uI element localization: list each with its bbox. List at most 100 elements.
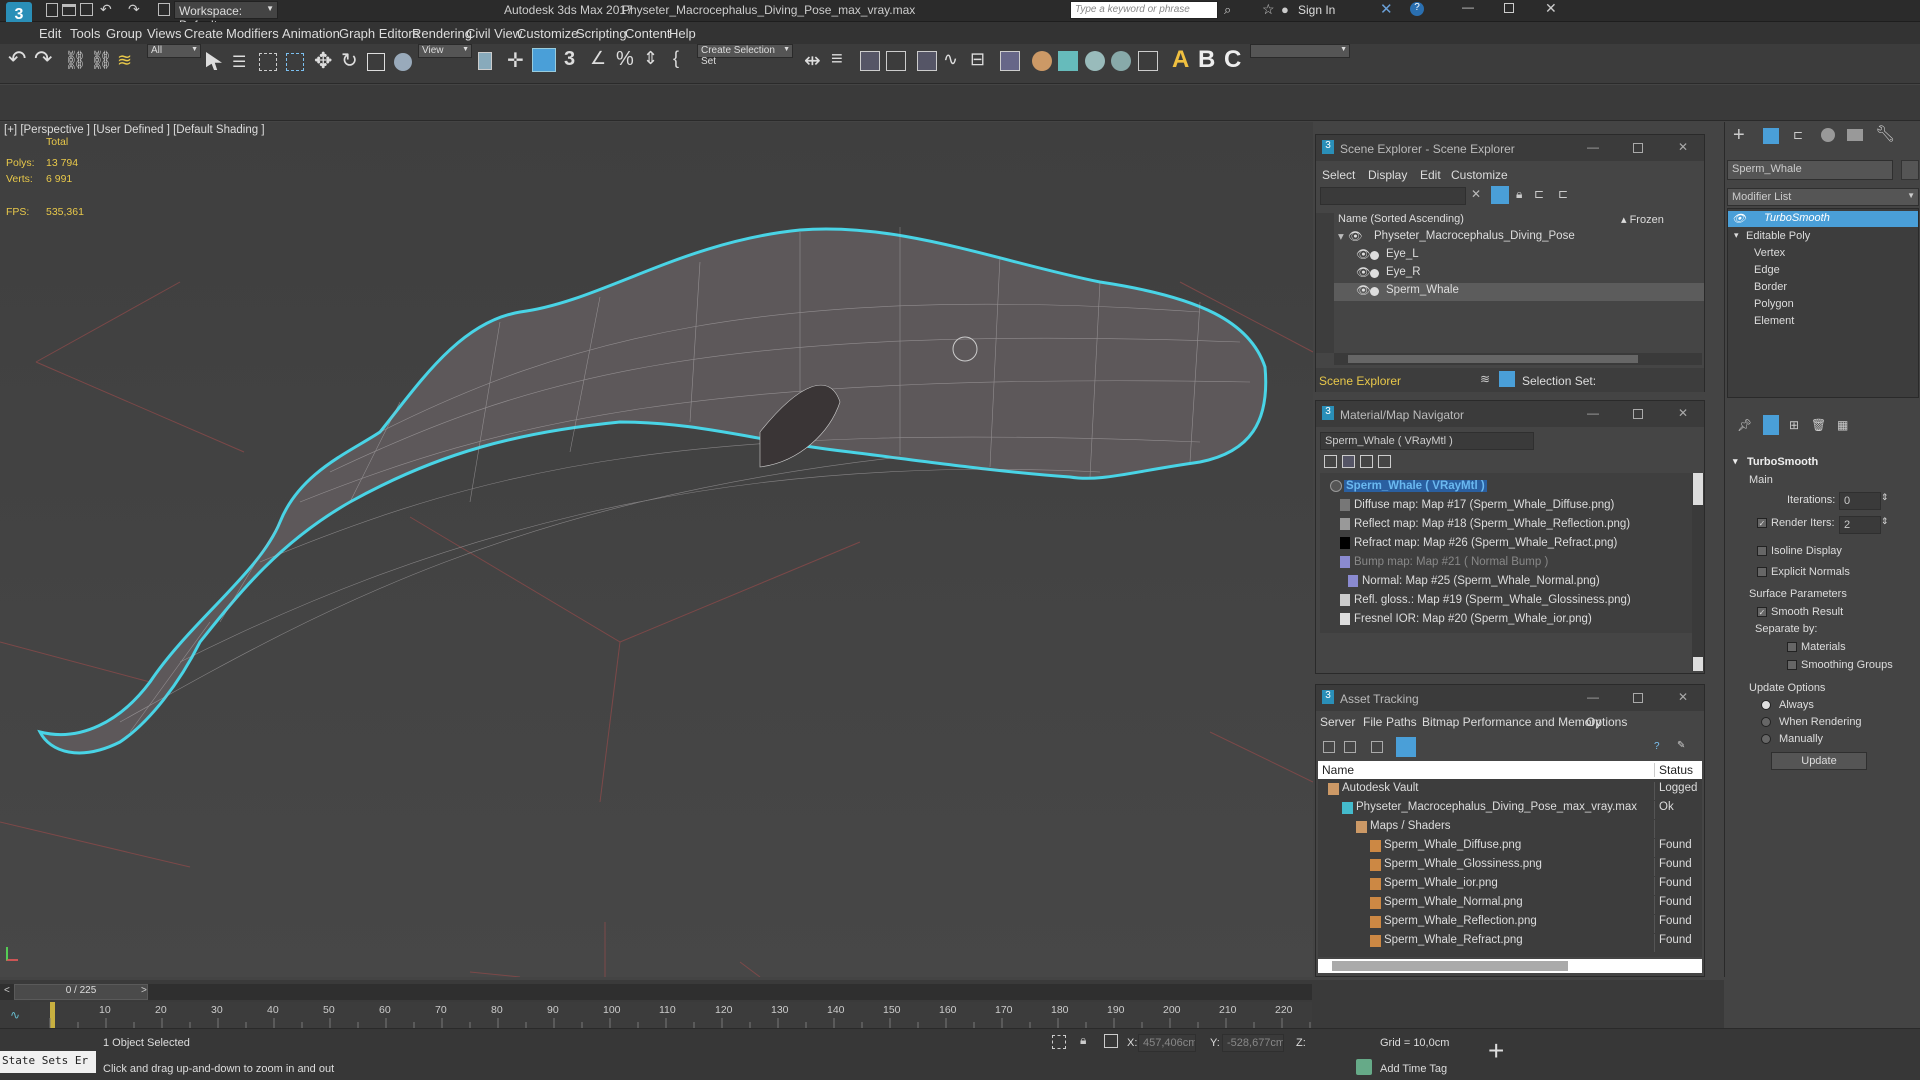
isolate-selection-icon[interactable] <box>1052 1035 1066 1049</box>
menu-scripting[interactable]: Scripting <box>576 26 627 41</box>
hierarchy-tab-icon[interactable]: ⊏ <box>1793 128 1803 142</box>
menu-rendering[interactable]: Rendering <box>412 26 472 41</box>
filter-icon[interactable] <box>1491 186 1509 204</box>
vray-b-icon[interactable]: B <box>1198 46 1215 74</box>
rendered-frame-icon[interactable] <box>1058 51 1078 71</box>
turbosmooth-rollout-header[interactable]: ▾ TurboSmooth <box>1727 456 1919 472</box>
scale-icon[interactable] <box>367 53 385 71</box>
menu-content[interactable]: Content <box>625 26 671 41</box>
asset-help-icon[interactable]: ? <box>1654 741 1660 752</box>
asset-table-row[interactable]: Sperm_Whale_Refract.png Found <box>1318 933 1702 952</box>
curve-editor-icon[interactable]: ∿ <box>943 49 958 70</box>
pin-stack-icon[interactable]: 📌︎ <box>1737 418 1752 432</box>
asset-col-status[interactable]: Status <box>1654 763 1693 777</box>
state-sets-field[interactable]: State Sets Er <box>0 1051 96 1073</box>
scene-explorer-close-icon[interactable]: ✕ <box>1678 140 1688 154</box>
selection-set-icon[interactable] <box>1499 371 1515 387</box>
rotate-icon[interactable]: ↻ <box>341 48 358 73</box>
iterations-spinner[interactable]: 0 <box>1839 492 1881 510</box>
asset-table-row[interactable]: Physeter_Macrocephalus_Diving_Pose_max_v… <box>1318 800 1702 819</box>
list-icons-view-icon[interactable] <box>1342 455 1355 468</box>
object-color-swatch[interactable] <box>1901 160 1919 180</box>
select-by-name-icon[interactable]: ☰ <box>232 52 246 72</box>
isoline-checkbox[interactable] <box>1757 546 1767 556</box>
binoculars-icon[interactable]: ⌕ <box>1224 2 1231 18</box>
material-tree-root[interactable]: Sperm_Whale ( VRayMtl ) <box>1324 479 1704 497</box>
asset-table-row[interactable]: Sperm_Whale_Glossiness.png Found <box>1318 857 1702 876</box>
material-navigator-header[interactable]: Material/Map Navigator <box>1316 401 1704 427</box>
angle-snap-icon[interactable]: ∠ <box>590 48 606 69</box>
whale-model[interactable] <box>37 227 1268 755</box>
restore-icon[interactable] <box>1504 3 1514 13</box>
asset-hscroll[interactable] <box>1318 959 1702 973</box>
asset-view-icon[interactable] <box>1323 741 1335 753</box>
hierarchy-expand-icon[interactable]: ⊏ <box>1558 187 1568 201</box>
workspace-dropdown[interactable]: Workspace: Default▼ <box>174 1 278 32</box>
menu-edit[interactable]: Edit <box>39 26 61 41</box>
mirror-icon[interactable]: ⇹ <box>804 48 821 73</box>
asset-view-active-icon[interactable] <box>1396 737 1416 757</box>
list-view-icon[interactable] <box>1324 455 1337 468</box>
scene-tree-header-frozen[interactable]: ▴ Frozen <box>1621 213 1664 226</box>
move-icon[interactable]: ✥ <box>314 48 332 74</box>
asset-pin-icon[interactable]: ✎ <box>1677 740 1685 751</box>
smooth-result-checkbox[interactable]: ✓ <box>1757 607 1767 617</box>
material-tree-map[interactable]: Fresnel IOR: Map #20 (Sperm_Whale_ior.pn… <box>1324 612 1704 630</box>
align-icon[interactable]: ≡ <box>831 48 843 71</box>
iterations-spinner-arrows-icon[interactable]: ⇕ <box>1881 492 1889 503</box>
toggle-ribbon-icon[interactable] <box>917 51 937 71</box>
material-tree-map[interactable]: Reflect map: Map #18 (Sperm_Whale_Reflec… <box>1324 517 1704 535</box>
time-slider[interactable]: < 0 / 225 > <box>0 984 1312 1000</box>
scene-explorer-search[interactable] <box>1320 187 1466 205</box>
menu-civil-view[interactable]: Civil View <box>466 26 522 41</box>
y-coordinate-field[interactable]: -528,677cm <box>1222 1034 1284 1052</box>
scene-tree-row[interactable]: 👁︎ Eye_L <box>1334 247 1704 265</box>
edit-named-sets-icon[interactable]: { <box>673 48 679 69</box>
asset-menu-bitmap[interactable]: Bitmap Performance and Memory <box>1422 715 1601 729</box>
schematic-view-icon[interactable]: ⊟ <box>970 49 985 70</box>
save-icon[interactable] <box>80 3 93 16</box>
snaps-toggle-icon[interactable]: 3 <box>564 48 575 71</box>
reference-coord-dropdown[interactable]: View ▼ <box>418 44 472 58</box>
scene-tree-row[interactable]: 👁︎ Eye_R <box>1334 265 1704 283</box>
scene-explorer-toggle-icon[interactable] <box>860 51 880 71</box>
selection-lock-icon[interactable]: 🔒︎ <box>1080 1033 1086 1048</box>
add-time-tag-label[interactable]: Add Time Tag <box>1380 1063 1447 1075</box>
scene-explorer-menu-display[interactable]: Display <box>1368 168 1407 182</box>
vray-c-icon[interactable]: C <box>1224 46 1241 74</box>
menu-modifiers[interactable]: Modifiers <box>226 26 279 41</box>
render-iters-checkbox[interactable]: ✓ <box>1757 518 1767 528</box>
vray-a-icon[interactable]: A <box>1172 46 1189 74</box>
scene-explorer-menu-edit[interactable]: Edit <box>1420 168 1441 182</box>
scene-explorer-menu-customize[interactable]: Customize <box>1451 168 1508 182</box>
asset-table-row[interactable]: Sperm_Whale_Normal.png Found <box>1318 895 1702 914</box>
render-iters-spinner[interactable]: 2 <box>1839 516 1881 534</box>
render-iterative-icon[interactable] <box>1111 51 1131 71</box>
modifier-list-dropdown[interactable]: Modifier List ▼ <box>1727 188 1919 206</box>
asset-tracking-minimize-icon[interactable]: — <box>1587 690 1599 704</box>
percent-snap-icon[interactable]: % <box>616 48 634 71</box>
stack-subitem-element[interactable]: Element <box>1728 314 1918 330</box>
named-selection-dropdown[interactable]: Create Selection Set ▼ <box>697 44 793 67</box>
display-tab-icon[interactable] <box>1847 129 1863 141</box>
viewport-pov-label[interactable]: [Perspective ] <box>20 124 90 136</box>
time-slider-next-icon[interactable]: > <box>141 985 147 996</box>
material-tree-map[interactable]: Refl. gloss.: Map #19 (Sperm_Whale_Gloss… <box>1324 593 1704 611</box>
stack-subitem-polygon[interactable]: Polygon <box>1728 297 1918 313</box>
eye-icon[interactable]: 👁︎ <box>1356 283 1371 297</box>
keyboard-shortcut-icon[interactable] <box>532 48 556 72</box>
window-crossing-icon[interactable] <box>286 53 304 71</box>
configure-sets-icon[interactable]: ▦ <box>1837 418 1848 432</box>
render-iters-spinner-arrows-icon[interactable]: ⇕ <box>1881 516 1889 527</box>
menu-customize[interactable]: Customize <box>517 26 578 41</box>
asset-table-row[interactable]: Sperm_Whale_ior.png Found <box>1318 876 1702 895</box>
scene-explorer-hscroll[interactable] <box>1334 353 1702 365</box>
viewport-shading-label[interactable]: [Default Shading ] <box>173 124 264 136</box>
stack-item-editable-poly[interactable]: ▾ Editable Poly <box>1728 229 1918 245</box>
large-icons-view-icon[interactable] <box>1378 455 1391 468</box>
stack-subitem-border[interactable]: Border <box>1728 280 1918 296</box>
scene-tree-row[interactable]: ▾ 👁︎ Physeter_Macrocephalus_Diving_Pose <box>1334 229 1704 247</box>
material-navigator-maximize-icon[interactable] <box>1633 409 1643 419</box>
x-coordinate-field[interactable]: 457,406cm <box>1138 1034 1196 1052</box>
menu-animation[interactable]: Animation <box>282 26 340 41</box>
